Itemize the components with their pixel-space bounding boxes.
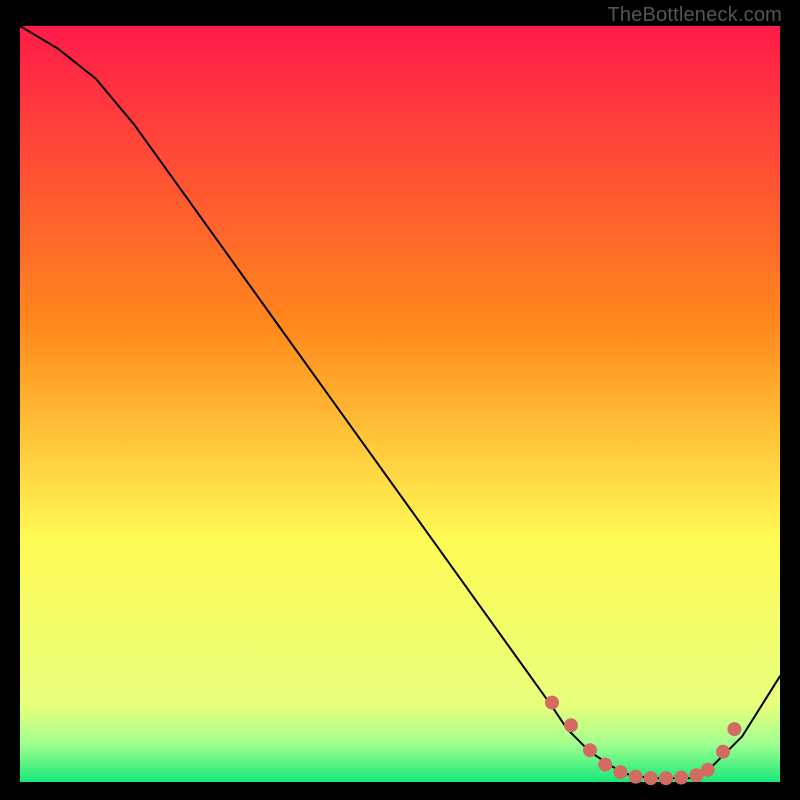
marker-point xyxy=(674,771,688,785)
optimal-region-markers xyxy=(545,696,741,786)
marker-point xyxy=(545,696,559,710)
watermark-text: TheBottleneck.com xyxy=(607,4,782,27)
marker-point xyxy=(716,745,730,759)
marker-point xyxy=(564,718,578,732)
marker-point xyxy=(659,771,673,785)
marker-point xyxy=(701,763,715,777)
marker-point xyxy=(727,722,741,736)
marker-point xyxy=(613,765,627,779)
bottleneck-curve xyxy=(20,26,780,782)
marker-point xyxy=(598,758,612,772)
chart-frame: TheBottleneck.com xyxy=(0,0,800,800)
marker-point xyxy=(629,770,643,784)
plot-area xyxy=(20,26,780,782)
marker-point xyxy=(644,771,658,785)
marker-point xyxy=(583,743,597,757)
